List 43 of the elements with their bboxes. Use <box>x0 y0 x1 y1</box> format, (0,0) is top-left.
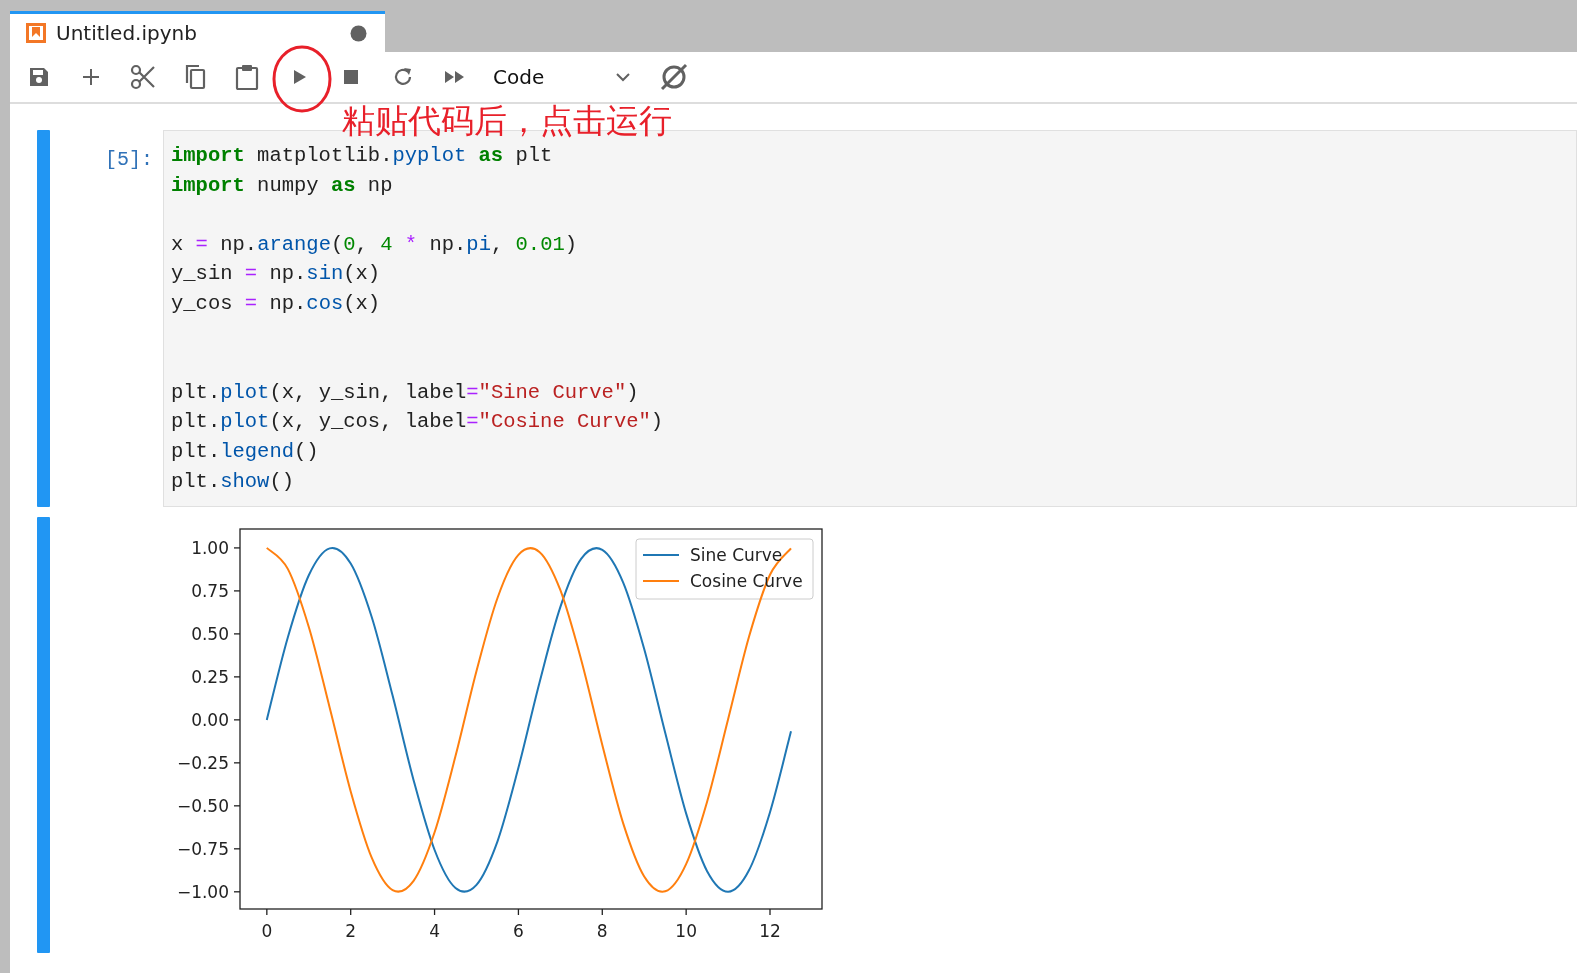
annotation-text: 粘贴代码后，点击运行 <box>342 100 672 142</box>
notebook-icon <box>26 23 46 43</box>
code-line: y_cos = np.cos(x) <box>171 290 382 317</box>
tick-label: 4 <box>429 921 440 942</box>
legend-label: Sine Curve <box>690 545 783 566</box>
cell-type-dropdown[interactable]: Code <box>481 57 631 97</box>
code-line: y_sin = np.sin(x) <box>171 261 382 288</box>
tick-label: 1.00 <box>191 538 229 559</box>
unsaved-dot-icon[interactable] <box>350 24 367 42</box>
tick-label: 0.75 <box>191 581 229 602</box>
caret-icon <box>615 72 631 82</box>
save-icon <box>28 66 50 88</box>
tick-label: 12 <box>759 921 781 942</box>
tick-label: 0.25 <box>191 667 229 687</box>
tick-label: −0.50 <box>176 795 229 816</box>
tick-label: 8 <box>596 921 608 942</box>
code-line: import numpy as np <box>171 172 394 199</box>
notebook-tab[interactable]: Untitled.ipynb <box>10 11 385 52</box>
tick-label: 10 <box>675 921 697 942</box>
tab-title: Untitled.ipynb <box>56 21 198 45</box>
code-line: plt.show() <box>171 468 296 495</box>
plus-icon <box>80 66 102 88</box>
tick-label: 0 <box>261 921 273 942</box>
highlight-circle <box>271 44 333 114</box>
tick-label: 0.50 <box>191 624 229 644</box>
restart-icon <box>392 66 414 88</box>
execution-prompt: [5]: <box>104 147 154 173</box>
tick-label: −0.75 <box>176 838 229 859</box>
code-line: plt.legend() <box>171 438 320 465</box>
tick-label: −0.25 <box>176 752 229 773</box>
tick-label: −1.00 <box>176 881 229 902</box>
stop-icon <box>342 68 360 86</box>
code-line: x = np.arange(0, 4 * np.pi, 0.01) <box>171 231 579 258</box>
tick-label: 0.00 <box>191 710 229 730</box>
copy-icon <box>183 64 207 90</box>
code-line: plt.plot(x, y_sin, label="Sine Curve") <box>171 379 640 406</box>
scissors-icon <box>130 64 156 90</box>
tick-label: 6 <box>513 921 524 942</box>
kernel-status-icon[interactable] <box>659 62 689 92</box>
tick-label: 2 <box>345 921 357 942</box>
code-line: plt.plot(x, y_cos, label="Cosine Curve") <box>171 409 665 436</box>
clipboard-icon <box>235 64 259 90</box>
code-line: import matplotlib.pyplot as plt <box>171 143 554 169</box>
